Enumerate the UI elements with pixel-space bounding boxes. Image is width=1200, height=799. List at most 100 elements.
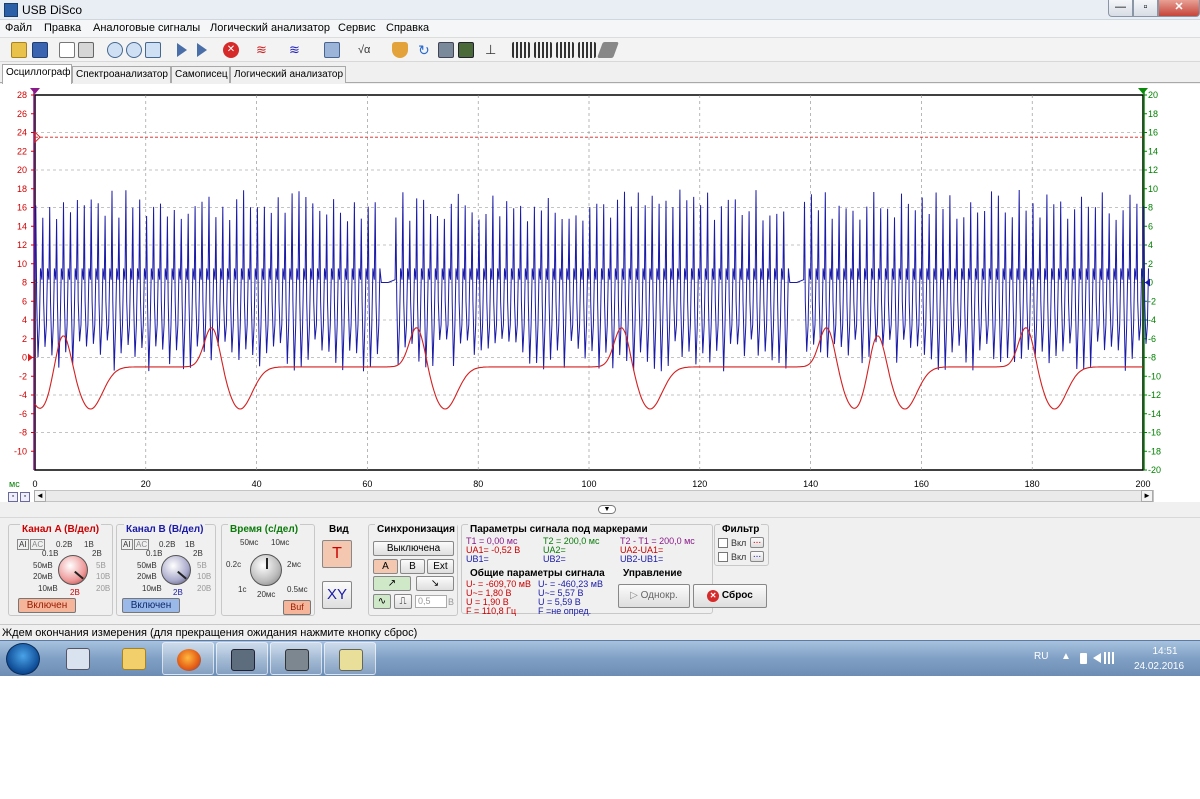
taskbar-explorer[interactable] <box>108 642 160 675</box>
channel-a-scale-label: 0.2В <box>56 540 73 549</box>
logic-bus-3-icon[interactable] <box>556 42 574 58</box>
falling-edge-icon[interactable]: ↘ <box>416 576 454 591</box>
waveform-b-icon[interactable]: ≋ <box>289 42 305 58</box>
filter-a-settings-button[interactable]: ... <box>750 536 764 548</box>
zoom-out-icon[interactable] <box>126 42 142 58</box>
oscilloscope-plot[interactable]: 28 26 24 22 20 18 16 14 12 10 8 6 4 2 0 -2 -4 -6 -8 -10 20 18… <box>0 84 1200 502</box>
maximize-button[interactable]: ▫ <box>1133 0 1158 17</box>
menu-service[interactable]: Сервис <box>338 22 376 34</box>
play-icon[interactable] <box>177 43 187 57</box>
tray-network-icon[interactable] <box>1104 652 1116 664</box>
tray-language[interactable]: RU <box>1034 651 1048 662</box>
minimize-button[interactable]: — <box>1108 0 1133 17</box>
sync-source-b-button[interactable]: B <box>400 559 425 574</box>
right-axis-tick-label: 14 <box>1148 146 1158 156</box>
reset-label: Сброс <box>721 590 753 601</box>
left-axis-tick-label: -6 <box>19 409 27 419</box>
view-xy-button[interactable]: XY <box>322 581 352 609</box>
tab-logic-analyzer[interactable]: Логический анализатор <box>230 66 346 83</box>
print-preview-icon[interactable] <box>59 42 75 58</box>
filter-b-settings-button[interactable]: ... <box>750 550 764 562</box>
taskbar-calculator[interactable] <box>52 642 104 675</box>
start-button[interactable] <box>6 643 40 675</box>
tray-volume-icon[interactable] <box>1093 653 1101 663</box>
zoom-fit-icon[interactable] <box>145 42 161 58</box>
calculator-icon[interactable] <box>324 42 340 58</box>
logic-bus-1-icon[interactable] <box>512 42 530 58</box>
control-title: Управление <box>621 568 685 579</box>
time-scale-knob[interactable] <box>250 554 282 586</box>
x-axis-tick-label: 200 <box>1135 479 1150 489</box>
channel-b-scale-label: 0.1В <box>146 549 163 558</box>
sync-mode-button[interactable]: Выключена <box>373 541 454 556</box>
stop-icon[interactable]: ✕ <box>223 42 239 58</box>
channel-a-ai-toggle[interactable]: AI <box>17 539 29 550</box>
sync-source-a-button[interactable]: A <box>373 559 398 574</box>
taskbar-usb-disco[interactable] <box>324 642 376 675</box>
refresh-icon[interactable]: ↻ <box>418 42 434 58</box>
menu-bar: Файл Правка Аналоговые сигналы Логически… <box>0 20 1200 38</box>
single-shot-button[interactable]: ▷ Однокр. <box>618 584 690 608</box>
close-button[interactable]: ✕ <box>1158 0 1200 17</box>
taskbar-app-2[interactable] <box>270 642 322 675</box>
waveform-a-icon[interactable]: ≋ <box>256 42 272 58</box>
menu-analog-signals[interactable]: Аналоговые сигналы <box>93 22 200 34</box>
film-icon <box>285 649 309 671</box>
tab-recorder[interactable]: Самописец <box>171 66 230 83</box>
menu-help[interactable]: Справка <box>386 22 429 34</box>
math-icon[interactable]: √α <box>358 42 374 58</box>
filter-a-label: Вкл <box>731 538 747 548</box>
sync-level-input[interactable]: 0,5 <box>415 595 447 608</box>
horizontal-scrollbar[interactable] <box>34 490 1154 502</box>
tab-spectrum-analyzer[interactable]: Спектроанализатор <box>72 66 171 83</box>
logic-bus-2-icon[interactable] <box>534 42 552 58</box>
axis-zoom-in-icon[interactable]: ▫ <box>8 492 18 502</box>
axis-zoom-out-icon[interactable]: ▫ <box>20 492 30 502</box>
cursor-icon[interactable]: ⊥ <box>485 42 501 58</box>
disco-icon <box>339 649 363 671</box>
print-icon[interactable] <box>78 42 94 58</box>
channel-a-enabled-button[interactable]: Включен <box>18 598 76 613</box>
channel-a-scale-label: 0.1В <box>42 549 59 558</box>
channel-b-enabled-button[interactable]: Включен <box>122 598 180 613</box>
collapse-panel-icon[interactable]: ▼ <box>598 505 616 514</box>
rising-edge-icon[interactable]: ↗ <box>373 576 411 591</box>
open-icon[interactable] <box>11 42 27 58</box>
logic-bus-4-icon[interactable] <box>578 42 596 58</box>
channel-a-zero-marker <box>28 353 33 362</box>
save-icon[interactable] <box>32 42 48 58</box>
view-time-button[interactable]: T <box>322 540 352 568</box>
eraser-icon[interactable] <box>597 42 619 58</box>
single-trigger-icon[interactable]: ⎍ <box>394 594 412 609</box>
probe-icon[interactable] <box>392 42 408 58</box>
tray-up-arrow-icon[interactable]: ▲ <box>1061 651 1071 662</box>
tab-oscilloscope[interactable]: Осциллограф <box>2 64 72 84</box>
channel-b-scale-knob[interactable] <box>161 555 191 585</box>
auto-trigger-icon[interactable]: ∿ <box>373 594 391 609</box>
scroll-left-arrow-icon[interactable]: ◄ <box>34 490 46 502</box>
x-axis-tick-label: 180 <box>1025 479 1040 489</box>
table-icon[interactable] <box>458 42 474 58</box>
filter-b-checkbox[interactable] <box>718 552 728 562</box>
reset-button[interactable]: ✕ Сброс <box>693 584 767 608</box>
menu-edit[interactable]: Правка <box>44 22 81 34</box>
left-axis-tick-label: -4 <box>19 390 27 400</box>
channel-b-ai-toggle[interactable]: AI <box>121 539 133 550</box>
screenshot-icon[interactable] <box>438 42 454 58</box>
tray-clock-date[interactable]: 24.02.2016 <box>1128 661 1190 672</box>
fast-forward-icon[interactable] <box>197 43 207 57</box>
taskbar-firefox[interactable] <box>162 642 214 675</box>
sync-source-ext-button[interactable]: Ext <box>427 559 454 574</box>
tray-usb-icon[interactable] <box>1080 653 1087 664</box>
menu-logic-analyzer[interactable]: Логический анализатор <box>210 22 330 34</box>
filter-a-checkbox[interactable] <box>718 538 728 548</box>
channel-a-scale-knob[interactable] <box>58 555 88 585</box>
firefox-icon <box>177 649 201 671</box>
scroll-right-arrow-icon[interactable]: ► <box>1141 490 1153 502</box>
buffer-button[interactable]: Buf <box>283 600 311 615</box>
tray-clock-time[interactable]: 14:51 <box>1140 646 1190 657</box>
channel-a-scale-label: 10мВ <box>38 584 58 593</box>
zoom-in-icon[interactable] <box>107 42 123 58</box>
menu-file[interactable]: Файл <box>5 22 32 34</box>
taskbar-app-1[interactable] <box>216 642 268 675</box>
